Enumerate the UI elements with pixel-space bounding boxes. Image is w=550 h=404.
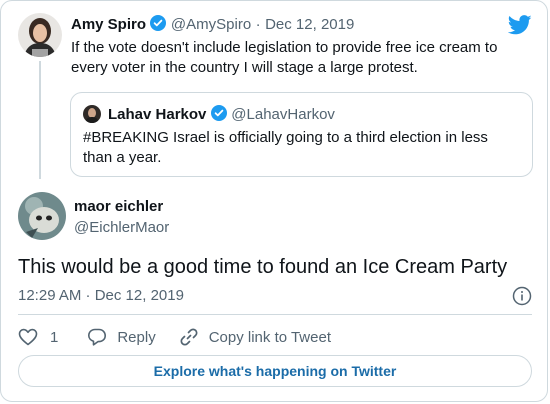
info-icon[interactable] [512,286,532,306]
quoted-tweet-text: #BREAKING Israel is officially going to … [83,128,488,168]
reply-label: Reply [117,328,156,346]
maor-eichler-avatar[interactable] [18,192,66,240]
main-tweet-text: This would be a good time to found an Ic… [18,256,508,278]
explore-twitter-button[interactable]: Explore what's happening on Twitter [18,355,532,387]
parent-tweet-header: Amy Spiro @AmySpiro · Dec 12, 2019 [71,15,354,34]
verified-badge-icon [210,105,227,121]
quoted-author-name: Lahav Harkov [108,106,207,123]
text-line: than a year. [83,149,162,166]
main-author-name[interactable]: maor eichler [74,198,163,215]
thread-connector-line [39,61,41,179]
copy-link-label: Copy link to Tweet [208,328,331,346]
main-author-handle[interactable]: @EichlerMaor [74,219,169,236]
tweet-date[interactable]: Dec 12, 2019 [265,16,354,33]
quoted-tweet[interactable]: Lahav Harkov @LahavHarkov #BREAKING Isra… [70,92,533,177]
heart-icon [18,328,38,346]
divider [18,314,532,315]
like-count: 1 [50,328,59,346]
text-line: #BREAKING Israel is officially going to … [83,129,488,146]
copy-link-button[interactable]: Copy link to Tweet [179,327,331,347]
text-line: If the vote doesn't include legislation … [71,39,498,56]
quoted-tweet-header: Lahav Harkov @LahavHarkov [108,105,335,124]
amy-spiro-avatar[interactable] [18,13,62,57]
lahav-harkov-avatar [83,105,101,123]
embedded-tweet-card: Amy Spiro @AmySpiro · Dec 12, 2019 If th… [0,0,548,402]
twitter-bird-icon[interactable] [508,15,532,35]
reply-button[interactable]: Reply [87,327,156,347]
quoted-author-handle: @LahavHarkov [231,106,335,123]
reply-icon [88,328,107,346]
tweet-timestamp[interactable]: 12:29 AM · Dec 12, 2019 [18,287,184,304]
separator-dot: · [255,16,261,33]
author-name[interactable]: Amy Spiro [71,16,146,33]
explore-label: Explore what's happening on Twitter [153,363,397,379]
text-line: every voter in the country I will stage … [71,59,418,76]
action-bar: 1 Reply Copy link to Tweet [18,327,331,347]
parent-tweet-text: If the vote doesn't include legislation … [71,38,497,78]
like-button[interactable]: 1 [18,328,58,346]
verified-badge-icon [150,15,167,31]
link-icon [180,328,198,346]
author-handle[interactable]: @AmySpiro [171,16,251,33]
